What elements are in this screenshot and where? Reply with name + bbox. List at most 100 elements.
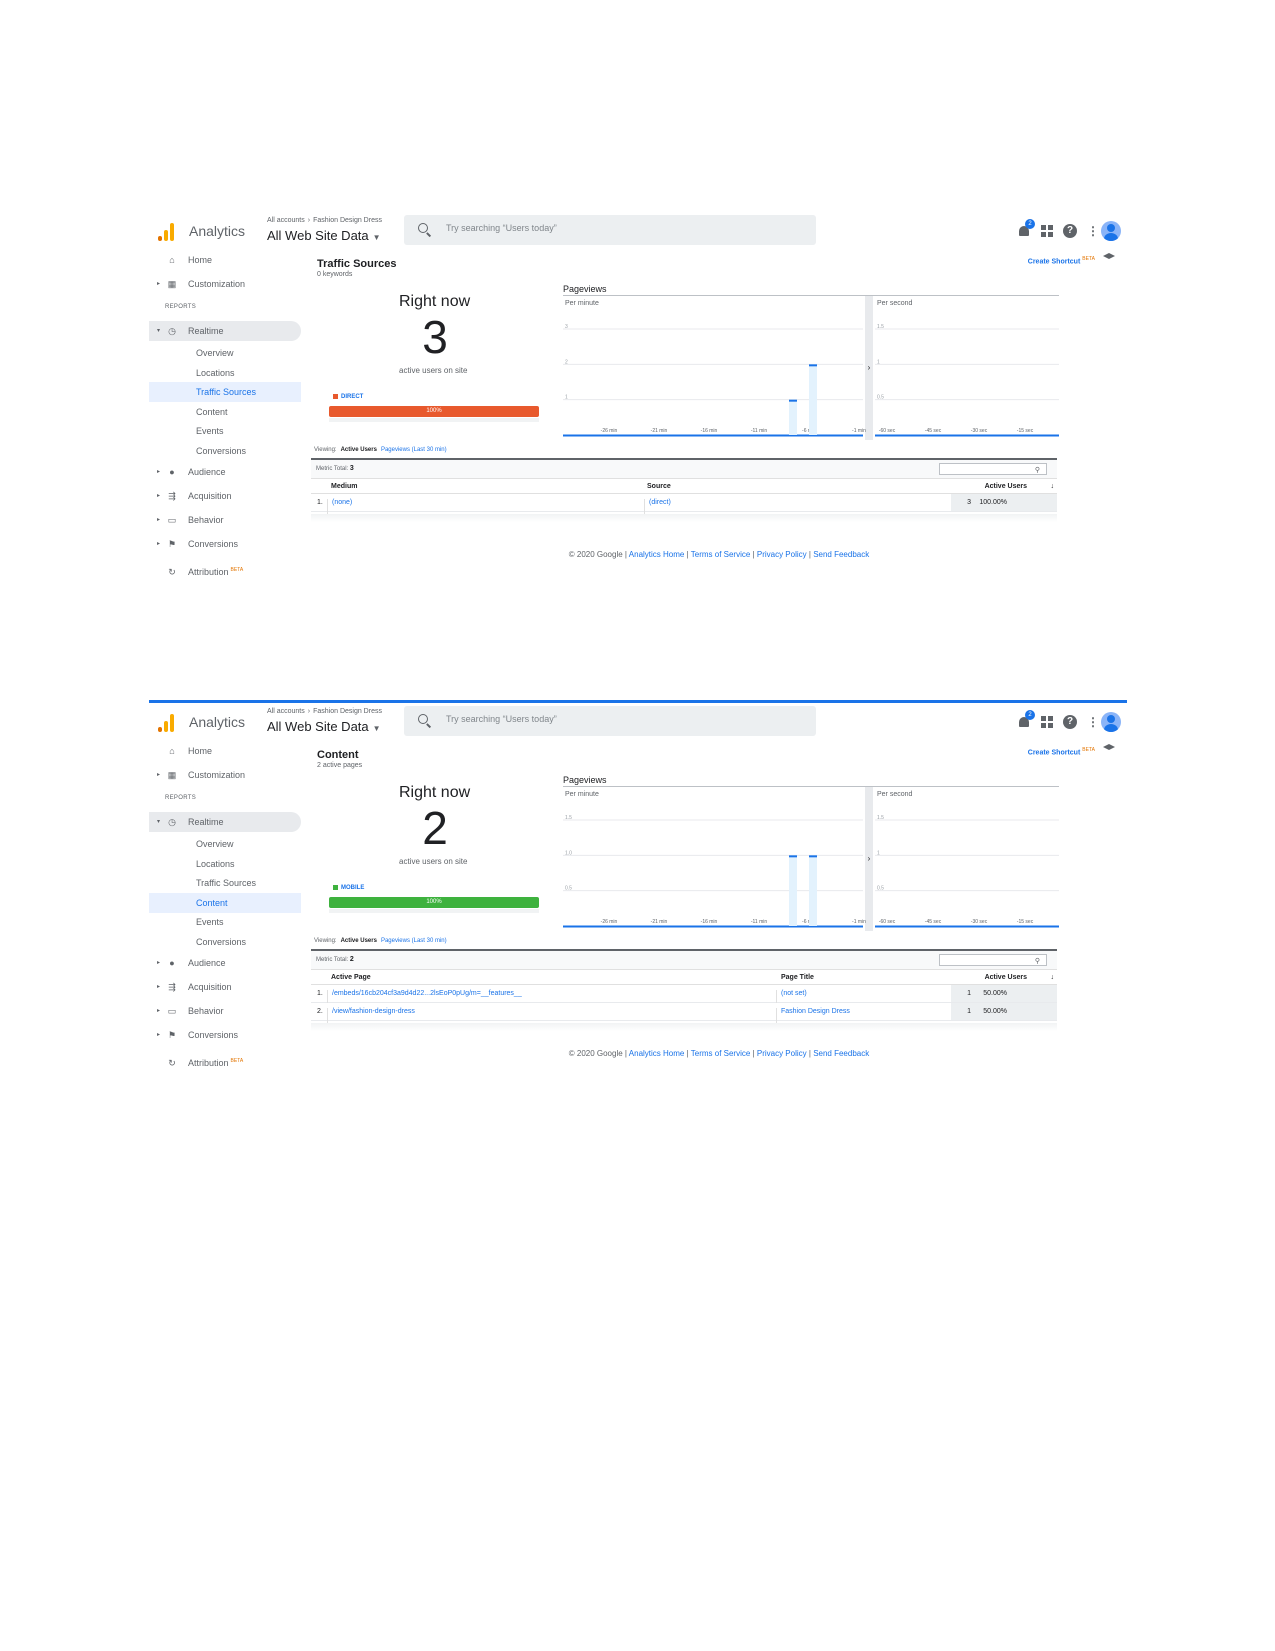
table-row: 1. /embeds/16cb204cf3a9d4d22...2lsEoP0pUg… xyxy=(311,985,1057,1007)
sidebar-item-customization[interactable]: ▸ ▦ Customization xyxy=(149,765,309,785)
sidebar-subitem-overview[interactable]: Overview xyxy=(149,834,309,854)
apps-grid-icon[interactable] xyxy=(1041,225,1053,237)
avatar[interactable] xyxy=(1101,712,1121,732)
avatar[interactable] xyxy=(1101,221,1121,241)
footer-link-privacy[interactable]: Privacy Policy xyxy=(757,550,807,559)
breadcrumb-accounts[interactable]: All accounts xyxy=(267,217,305,224)
sidebar-item-audience[interactable]: ▸ ● Audience xyxy=(149,953,309,973)
account-breadcrumb[interactable]: All accounts › Fashion Design Dress xyxy=(267,217,382,224)
beta-badge: BETA xyxy=(230,567,244,573)
table-search-input[interactable]: ⚲ xyxy=(939,954,1047,966)
row-primary-link[interactable]: /view/fashion-design-dress xyxy=(332,1008,415,1015)
sidebar-item-behavior[interactable]: ▸ ▭ Behavior xyxy=(149,1001,309,1021)
account-breadcrumb[interactable]: All accounts › Fashion Design Dress xyxy=(267,708,382,715)
x-tick-label: -21 min xyxy=(651,428,668,434)
education-cap-icon[interactable] xyxy=(1103,253,1115,261)
row-secondary-link[interactable]: (direct) xyxy=(649,499,671,506)
tab-pageviews[interactable]: Pageviews (Last 30 min) xyxy=(381,447,447,453)
sidebar-subitem-events[interactable]: Events xyxy=(149,912,309,932)
search-input[interactable] xyxy=(446,714,786,724)
sidebar-subitem-traffic-sources[interactable]: Traffic Sources xyxy=(149,873,309,893)
help-icon[interactable]: ? xyxy=(1063,715,1077,729)
row-secondary-link[interactable]: (not set) xyxy=(781,990,807,997)
sidebar-subitem-traffic-sources[interactable]: Traffic Sources xyxy=(149,382,301,402)
footer-link-privacy[interactable]: Privacy Policy xyxy=(757,1049,807,1058)
breadcrumb-account[interactable]: Fashion Design Dress xyxy=(313,708,382,715)
sidebar-subitem-locations[interactable]: Locations xyxy=(149,363,309,383)
breadcrumb-accounts[interactable]: All accounts xyxy=(267,708,305,715)
column-header-2[interactable]: Page Title xyxy=(781,974,814,981)
table-shadow xyxy=(311,514,1057,522)
analytics-logo-icon[interactable] xyxy=(157,221,175,241)
sidebar-item-label: Locations xyxy=(196,367,235,378)
sort-down-icon[interactable]: ↓ xyxy=(1051,974,1055,981)
search-bar[interactable] xyxy=(404,215,816,245)
sidebar-item-audience[interactable]: ▸ ● Audience xyxy=(149,462,309,482)
footer-link-feedback[interactable]: Send Feedback xyxy=(813,1049,869,1058)
apps-grid-icon[interactable] xyxy=(1041,716,1053,728)
chart-bar xyxy=(809,855,817,926)
sidebar-subitem-overview[interactable]: Overview xyxy=(149,343,309,363)
more-vert-icon[interactable]: ⋮ xyxy=(1087,225,1099,237)
column-header-active-users[interactable]: Active Users xyxy=(985,483,1027,490)
notifications-icon[interactable]: 2 xyxy=(1017,710,1035,729)
viewing-label: Viewing: xyxy=(314,938,337,944)
footer: © 2020 Google | Analytics Home | Terms o… xyxy=(568,1049,870,1058)
tab-active-users[interactable]: Active Users xyxy=(341,938,377,944)
analytics-logo-icon[interactable] xyxy=(157,712,175,732)
chevron-right-icon: › xyxy=(307,708,311,715)
footer-link-analytics-home[interactable]: Analytics Home xyxy=(629,550,685,559)
help-icon[interactable]: ? xyxy=(1063,224,1077,238)
property-selector[interactable]: All Web Site Data ▼ xyxy=(267,719,381,734)
sidebar-item-attribution[interactable]: ↻ Attribution BETA xyxy=(149,1053,309,1073)
column-header-1[interactable]: Active Page xyxy=(331,974,371,981)
tab-pageviews[interactable]: Pageviews (Last 30 min) xyxy=(381,938,447,944)
column-header-active-users[interactable]: Active Users xyxy=(985,974,1027,981)
table-search-input[interactable]: ⚲ xyxy=(939,463,1047,475)
sidebar-item-home[interactable]: ⌂ Home xyxy=(149,250,309,270)
sidebar-item-realtime[interactable]: ▾ ◷ Realtime xyxy=(149,812,301,832)
notifications-icon[interactable]: 2 xyxy=(1017,219,1035,238)
footer-link-analytics-home[interactable]: Analytics Home xyxy=(629,1049,685,1058)
x-tick-label: -21 min xyxy=(651,919,668,925)
row-primary-link[interactable]: /embeds/16cb204cf3a9d4d22...2lsEoP0pUg/m… xyxy=(332,990,522,997)
sort-down-icon[interactable]: ↓ xyxy=(1051,483,1055,490)
sidebar-item-behavior[interactable]: ▸ ▭ Behavior xyxy=(149,510,309,530)
search-bar[interactable] xyxy=(404,706,816,736)
footer-link-terms[interactable]: Terms of Service xyxy=(691,550,751,559)
education-cap-icon[interactable] xyxy=(1103,744,1115,752)
search-input[interactable] xyxy=(446,223,786,233)
sidebar-item-attribution[interactable]: ↻ Attribution BETA xyxy=(149,562,309,582)
sidebar-item-conversions[interactable]: ▸ ⚑ Conversions xyxy=(149,1025,309,1045)
x-tick-label: -15 sec xyxy=(1017,919,1034,925)
breadcrumb-account[interactable]: Fashion Design Dress xyxy=(313,217,382,224)
sidebar-item-acquisition[interactable]: ▸ ⇶ Acquisition xyxy=(149,977,309,997)
sidebar-item-home[interactable]: ⌂ Home xyxy=(149,741,309,761)
more-vert-icon[interactable]: ⋮ xyxy=(1087,716,1099,728)
sidebar-subitem-conversions[interactable]: Conversions xyxy=(149,932,309,952)
column-header-2[interactable]: Source xyxy=(647,483,671,490)
footer-link-terms[interactable]: Terms of Service xyxy=(691,1049,751,1058)
sidebar-subitem-events[interactable]: Events xyxy=(149,421,309,441)
sidebar-item-customization[interactable]: ▸ ▦ Customization xyxy=(149,274,309,294)
sidebar-item-conversions[interactable]: ▸ ⚑ Conversions xyxy=(149,534,309,554)
row-primary-link[interactable]: (none) xyxy=(332,499,352,506)
footer-link-feedback[interactable]: Send Feedback xyxy=(813,550,869,559)
sidebar-subitem-content[interactable]: Content xyxy=(149,402,309,422)
property-selector[interactable]: All Web Site Data ▼ xyxy=(267,228,381,243)
sidebar-item-acquisition[interactable]: ▸ ⇶ Acquisition xyxy=(149,486,309,506)
search-icon[interactable]: ⚲ xyxy=(1035,466,1040,474)
sidebar-item-realtime[interactable]: ▾ ◷ Realtime xyxy=(149,321,301,341)
create-shortcut-button[interactable]: Create Shortcut BETA xyxy=(1028,747,1095,756)
viewing-toggle: Viewing: Active Users Pageviews (Last 30 m… xyxy=(314,938,447,944)
sidebar-subitem-conversions[interactable]: Conversions xyxy=(149,441,309,461)
sidebar-subitem-content[interactable]: Content xyxy=(149,892,301,913)
sidebar-subitem-locations[interactable]: Locations xyxy=(149,854,309,874)
create-shortcut-button[interactable]: Create Shortcut BETA xyxy=(1028,256,1095,265)
tab-active-users[interactable]: Active Users xyxy=(341,447,377,453)
search-icon[interactable]: ⚲ xyxy=(1035,957,1040,965)
row-secondary-link[interactable]: Fashion Design Dress xyxy=(781,1008,850,1015)
y-tick-label: 1.5 xyxy=(877,324,884,330)
sidebar-item-label: Acquisition xyxy=(188,982,232,992)
column-header-1[interactable]: Medium xyxy=(331,483,357,490)
